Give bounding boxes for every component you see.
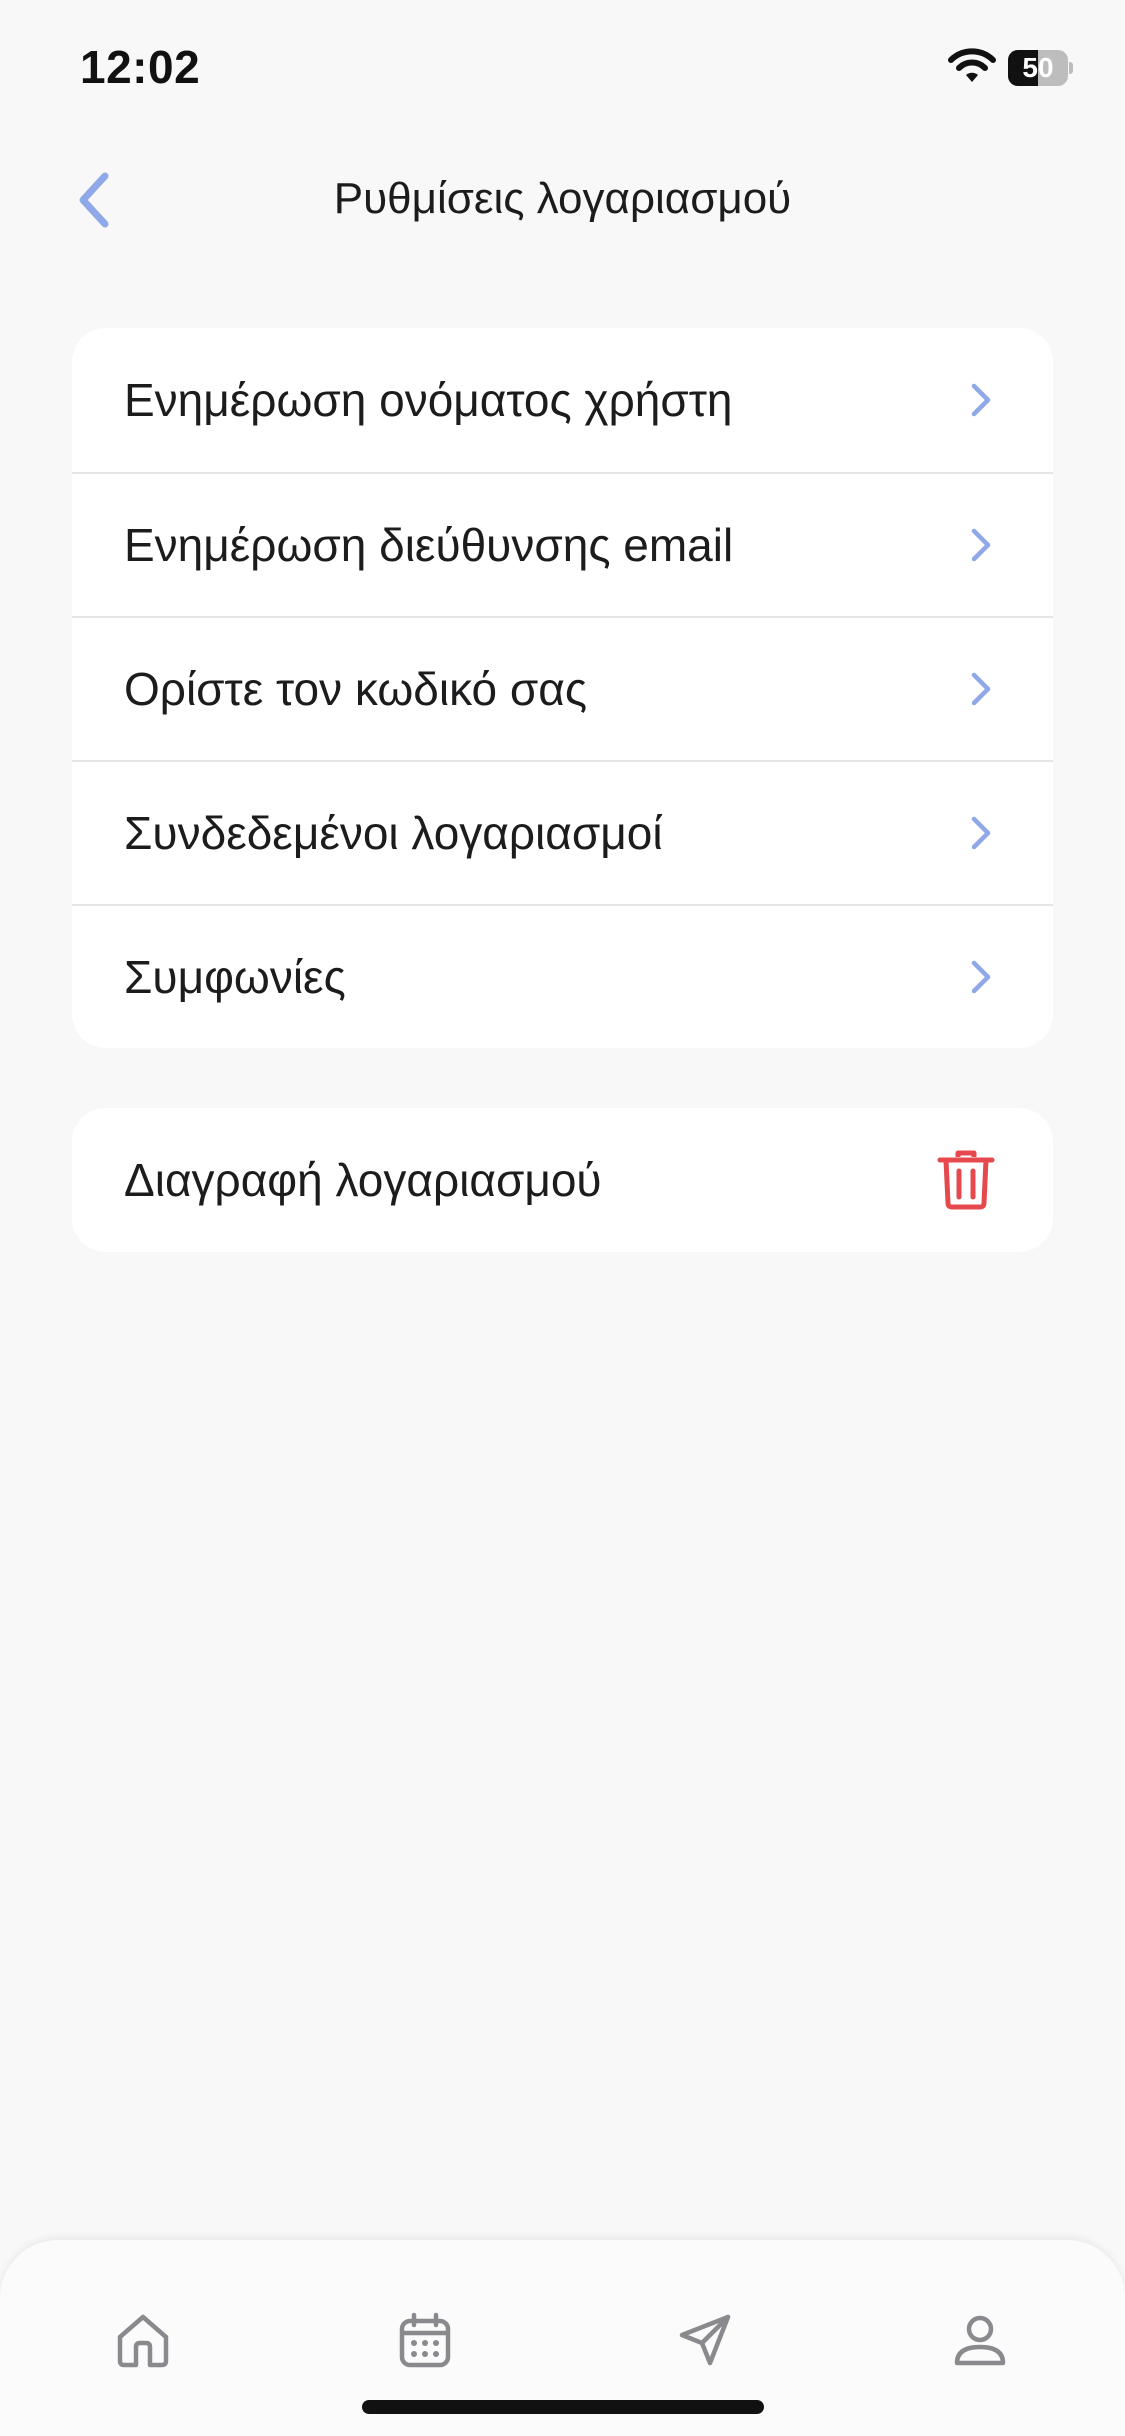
tab-profile[interactable] xyxy=(940,2300,1020,2380)
tab-home[interactable] xyxy=(103,2300,183,2380)
calendar-icon xyxy=(399,2312,451,2368)
row-update-username[interactable]: Ενημέρωση ονόματος χρήστη xyxy=(72,328,1053,472)
tab-send[interactable] xyxy=(665,2300,745,2380)
home-indicator xyxy=(362,2400,764,2414)
home-icon xyxy=(117,2314,169,2368)
page-title: Ρυθμίσεις λογαριασμού xyxy=(333,174,792,223)
settings-list: Ενημέρωση ονόματος χρήστη Ενημέρωση διεύ… xyxy=(72,328,1053,1048)
row-agreements[interactable]: Συμφωνίες xyxy=(72,904,1053,1048)
profile-icon xyxy=(954,2315,1006,2366)
row-label: Ορίστε τον κωδικό σας xyxy=(124,663,588,715)
chevron-right-icon xyxy=(963,525,999,565)
delete-account-button[interactable]: Διαγραφή λογαριασμού xyxy=(72,1108,1053,1252)
battery-icon: 50 xyxy=(1008,50,1073,86)
chevron-right-icon xyxy=(963,957,999,997)
row-set-password[interactable]: Ορίστε τον κωδικό σας xyxy=(72,616,1053,760)
row-update-email[interactable]: Ενημέρωση διεύθυνσης email xyxy=(72,472,1053,616)
nav-bar: Ρυθμίσεις λογαριασμού xyxy=(0,150,1125,250)
chevron-right-icon xyxy=(963,380,999,420)
row-label: Ενημέρωση διεύθυνσης email xyxy=(124,519,734,571)
delete-account-card: Διαγραφή λογαριασμού xyxy=(72,1108,1053,1252)
chevron-right-icon xyxy=(963,669,999,709)
status-time: 12:02 xyxy=(80,41,201,93)
row-label: Ενημέρωση ονόματος χρήστη xyxy=(124,374,733,426)
chevron-right-icon xyxy=(963,813,999,853)
status-bar: 12:02 50 xyxy=(0,0,1125,140)
delete-account-label: Διαγραφή λογαριασμού xyxy=(124,1154,602,1206)
row-label: Συμφωνίες xyxy=(124,951,346,1003)
battery-percent: 50 xyxy=(1022,52,1054,83)
row-linked-accounts[interactable]: Συνδεδεμένοι λογαριασμοί xyxy=(72,760,1053,904)
trash-icon xyxy=(931,1145,1001,1215)
send-icon xyxy=(679,2314,731,2366)
wifi-icon xyxy=(946,46,998,86)
row-label: Συνδεδεμένοι λογαριασμοί xyxy=(124,807,663,859)
tab-bar xyxy=(0,2240,1125,2436)
tab-calendar[interactable] xyxy=(385,2300,465,2380)
